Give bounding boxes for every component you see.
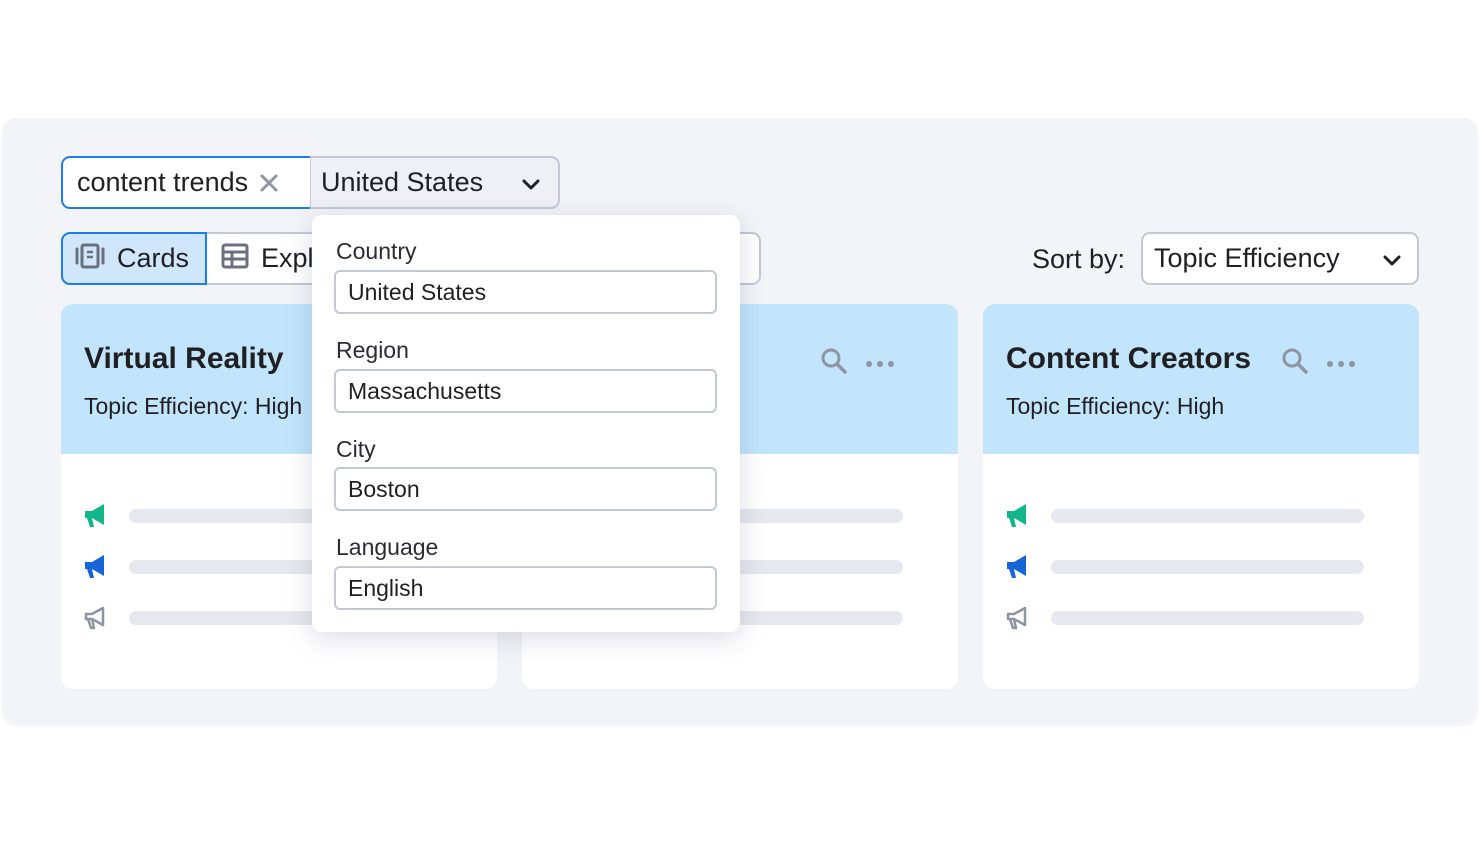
sort-label: Sort by: — [1032, 244, 1126, 274]
location-dropdown: Country United States Region Massachuset… — [312, 215, 740, 632]
keyword-text: content trends — [77, 167, 249, 197]
search-icon[interactable] — [820, 347, 848, 380]
language-field[interactable]: English — [334, 566, 717, 610]
more-options-icon[interactable] — [866, 360, 894, 367]
country-field[interactable]: United States — [334, 270, 717, 314]
topic-card-efficiency: Topic Efficiency: High — [84, 393, 303, 419]
megaphone-blue-icon — [83, 552, 109, 580]
cards-icon — [75, 242, 105, 275]
tab-explorer[interactable]: Expl — [209, 234, 314, 283]
city-field[interactable]: Boston — [334, 467, 717, 511]
close-icon[interactable] — [258, 172, 280, 194]
topic-card[interactable]: Content Creators Topic Efficiency: High — [983, 304, 1419, 689]
language-label: Language — [336, 534, 439, 560]
topic-card-title: Content Creators — [1006, 342, 1252, 375]
placeholder-bar — [1051, 509, 1364, 523]
megaphone-outline-icon — [1005, 603, 1031, 631]
megaphone-green-icon — [1005, 501, 1031, 529]
search-icon[interactable] — [1281, 347, 1309, 380]
city-label: City — [336, 436, 376, 462]
region-label: Region — [336, 337, 409, 363]
topic-card-title: Virtual Reality — [84, 342, 284, 375]
tab-cards-label: Cards — [117, 243, 190, 273]
chevron-down-icon — [1381, 249, 1403, 276]
country-select[interactable]: United States — [310, 156, 560, 209]
topic-card-actions — [820, 347, 894, 380]
country-label: Country — [336, 238, 417, 264]
chevron-down-icon — [520, 173, 542, 200]
megaphone-outline-icon — [83, 603, 109, 631]
country-select-value: United States — [321, 167, 484, 197]
tab-cards[interactable]: Cards — [61, 232, 207, 285]
megaphone-blue-icon — [1005, 552, 1031, 580]
region-field[interactable]: Massachusetts — [334, 369, 717, 413]
sort-select-value: Topic Efficiency — [1154, 243, 1340, 273]
topic-card-efficiency: Topic Efficiency: High — [1006, 393, 1225, 419]
topic-card-actions — [1281, 347, 1355, 380]
table-icon — [221, 242, 249, 275]
keyword-input[interactable]: content trends — [61, 156, 312, 209]
topic-card-header: Content Creators Topic Efficiency: High — [983, 304, 1419, 454]
placeholder-bar — [1051, 560, 1364, 574]
placeholder-bar — [1051, 611, 1364, 625]
more-options-icon[interactable] — [1327, 360, 1355, 367]
sort-select[interactable]: Topic Efficiency — [1141, 232, 1419, 285]
megaphone-green-icon — [83, 501, 109, 529]
tab-explorer-label: Expl — [261, 243, 314, 273]
